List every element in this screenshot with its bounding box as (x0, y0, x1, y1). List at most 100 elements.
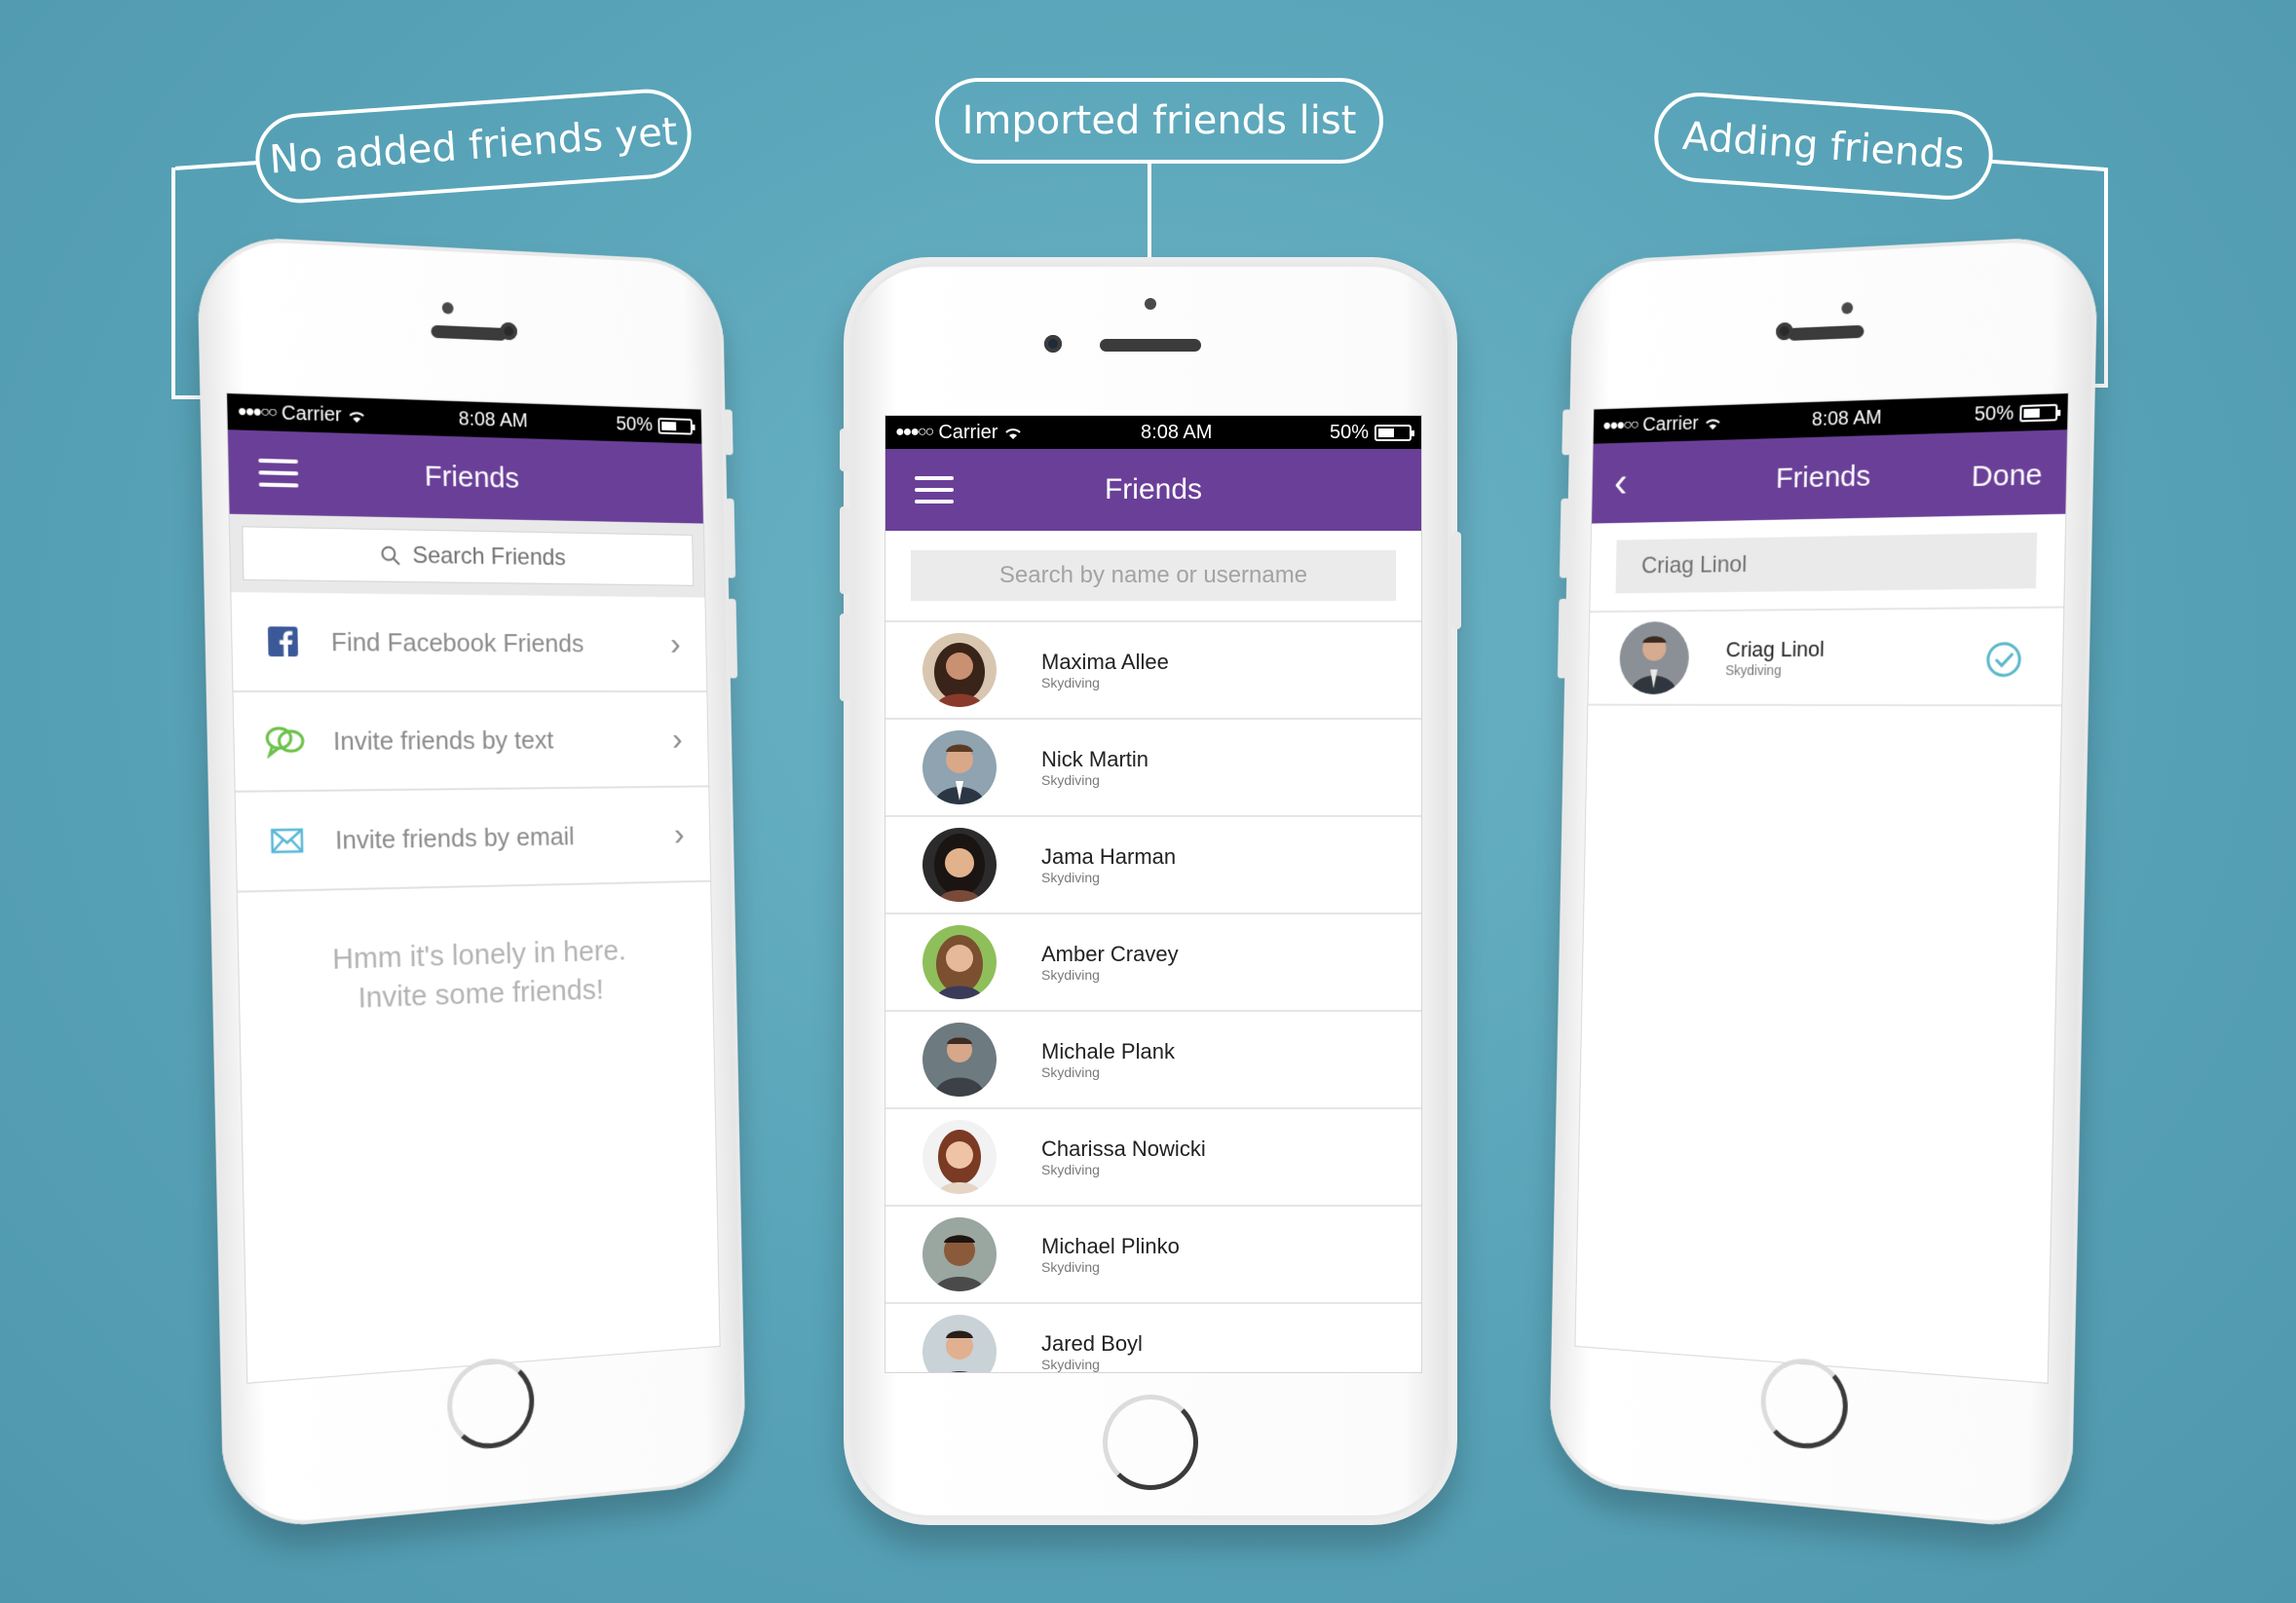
find-facebook-friends-row[interactable]: Find Facebook Friends › (231, 592, 706, 692)
proximity-sensor (442, 302, 454, 315)
search-placeholder: Search Friends (412, 542, 566, 572)
menu-icon[interactable] (258, 459, 298, 488)
phone-center: ●●●○○ Carrier 8:08 AM 50% Friends Search… (844, 257, 1457, 1525)
friend-name: Amber Cravey (1041, 942, 1179, 967)
chevron-right-icon: › (674, 815, 685, 852)
battery-icon (1374, 425, 1411, 441)
earpiece-speaker (431, 325, 507, 341)
callout-no-added-friends: No added friends yet (252, 86, 694, 205)
proximity-sensor (1145, 298, 1156, 310)
callout-center-connector (1148, 164, 1151, 265)
friend-row[interactable]: Charissa Nowicki Skydiving (885, 1107, 1421, 1205)
option-label: Invite friends by text (333, 725, 554, 756)
volume-button (840, 506, 849, 594)
friend-avatar (922, 730, 997, 804)
friend-avatar (922, 1120, 997, 1194)
front-camera (1044, 335, 1062, 353)
front-camera (500, 322, 517, 341)
envelope-icon (266, 828, 308, 854)
search-container: Search Friends (230, 514, 705, 598)
signal-icon: ●●●○○ (895, 424, 932, 441)
friend-avatar (1619, 621, 1689, 694)
signal-icon: ●●●○○ (1602, 417, 1637, 435)
search-value: Criag Linol (1641, 551, 1748, 579)
battery-percent: 50% (1975, 402, 2014, 427)
friend-row[interactable]: Michael Plinko Skydiving (885, 1205, 1421, 1302)
carrier-label: Carrier (282, 402, 342, 427)
friend-row[interactable]: Nick Martin Skydiving (885, 718, 1421, 815)
chevron-right-icon: › (672, 721, 683, 758)
power-button (1451, 532, 1461, 629)
friend-row[interactable]: Amber Cravey Skydiving (885, 913, 1421, 1010)
mute-switch (840, 429, 849, 471)
friend-name: Jared Boyl (1041, 1331, 1143, 1357)
side-button (724, 409, 734, 455)
carrier-label: Carrier (938, 422, 997, 444)
callout-left-connector (175, 161, 257, 170)
callout-left-connector-vertical (171, 168, 175, 399)
wifi-icon (1003, 425, 1023, 440)
search-input[interactable]: Criag Linol (1615, 533, 2037, 594)
phone-left: ●●●○○ Carrier 8:08 AM 50% Friends Search… (197, 235, 746, 1532)
chat-bubbles-icon (264, 725, 306, 759)
phone-right: ●●●○○ Carrier 8:08 AM 50% ‹ Friends Done… (1549, 235, 2098, 1532)
invite-by-text-row[interactable]: Invite friends by text › (234, 692, 709, 793)
status-bar: ●●●○○ Carrier 8:08 AM 50% (885, 416, 1421, 449)
status-time: 8:08 AM (1141, 422, 1212, 444)
checkmark-circle-icon[interactable] (1984, 641, 2022, 684)
callout-right-connector-vertical (2104, 169, 2108, 386)
home-button[interactable] (1103, 1395, 1198, 1490)
volume-button (840, 614, 849, 701)
search-placeholder: Search by name or username (999, 562, 1307, 589)
search-username-field[interactable]: Search by name or username (911, 550, 1396, 601)
volume-button (1560, 499, 1570, 578)
friend-row[interactable]: Jared Boyl Skydiving (885, 1302, 1421, 1373)
status-time: 8:08 AM (459, 408, 528, 432)
status-time: 8:08 AM (1812, 406, 1882, 430)
nav-bar: Friends (885, 449, 1421, 531)
battery-icon (2019, 403, 2057, 422)
search-friends-field[interactable]: Search Friends (242, 526, 694, 585)
home-button[interactable] (446, 1356, 535, 1452)
friend-avatar (922, 633, 997, 707)
wifi-icon (347, 407, 366, 424)
empty-state-message: Hmm it's lonely in here. Invite some fri… (239, 929, 713, 1023)
volume-button (1558, 599, 1568, 679)
friend-avatar (922, 1023, 997, 1097)
friend-avatar (922, 828, 997, 902)
chevron-left-icon[interactable]: ‹ (1614, 464, 1628, 502)
battery-percent: 50% (1330, 422, 1369, 444)
friend-row[interactable]: Maxima Allee Skydiving (885, 620, 1421, 718)
screen-adding-friends: ●●●○○ Carrier 8:08 AM 50% ‹ Friends Done… (1574, 392, 2069, 1384)
side-button (1562, 409, 1571, 455)
signal-icon: ●●●○○ (238, 403, 277, 423)
callout-adding-friends: Adding friends (1651, 90, 1996, 203)
friend-row[interactable]: Michale Plank Skydiving (885, 1010, 1421, 1107)
friend-activity: Skydiving (1041, 870, 1176, 885)
nav-bar: Friends (228, 429, 703, 523)
friend-avatar (922, 1217, 997, 1291)
friend-row[interactable]: Jama Harman Skydiving (885, 815, 1421, 913)
option-label: Invite friends by email (335, 821, 575, 855)
option-label: Find Facebook Friends (331, 626, 584, 658)
menu-icon[interactable] (915, 476, 954, 503)
friend-name: Charissa Nowicki (1041, 1137, 1206, 1162)
carrier-label: Carrier (1642, 412, 1699, 435)
friend-avatar (922, 1315, 997, 1373)
chevron-right-icon: › (670, 625, 681, 662)
friend-name: Nick Martin (1041, 747, 1148, 772)
search-result-row[interactable]: Criag Linol Skydiving (1588, 606, 2063, 706)
friend-activity: Skydiving (1041, 1259, 1180, 1275)
invite-by-email-row[interactable]: Invite friends by email › (236, 787, 711, 892)
friend-name: Maxima Allee (1041, 650, 1169, 675)
wifi-icon (1704, 415, 1722, 430)
friend-activity: Skydiving (1041, 967, 1179, 983)
volume-button (725, 499, 735, 578)
volume-button (727, 599, 737, 679)
search-icon (379, 544, 400, 567)
friend-activity: Skydiving (1041, 1357, 1143, 1372)
done-button[interactable]: Done (1971, 459, 2042, 495)
friend-activity: Skydiving (1041, 772, 1148, 788)
friend-name: Jama Harman (1041, 844, 1176, 870)
home-button[interactable] (1760, 1356, 1849, 1452)
